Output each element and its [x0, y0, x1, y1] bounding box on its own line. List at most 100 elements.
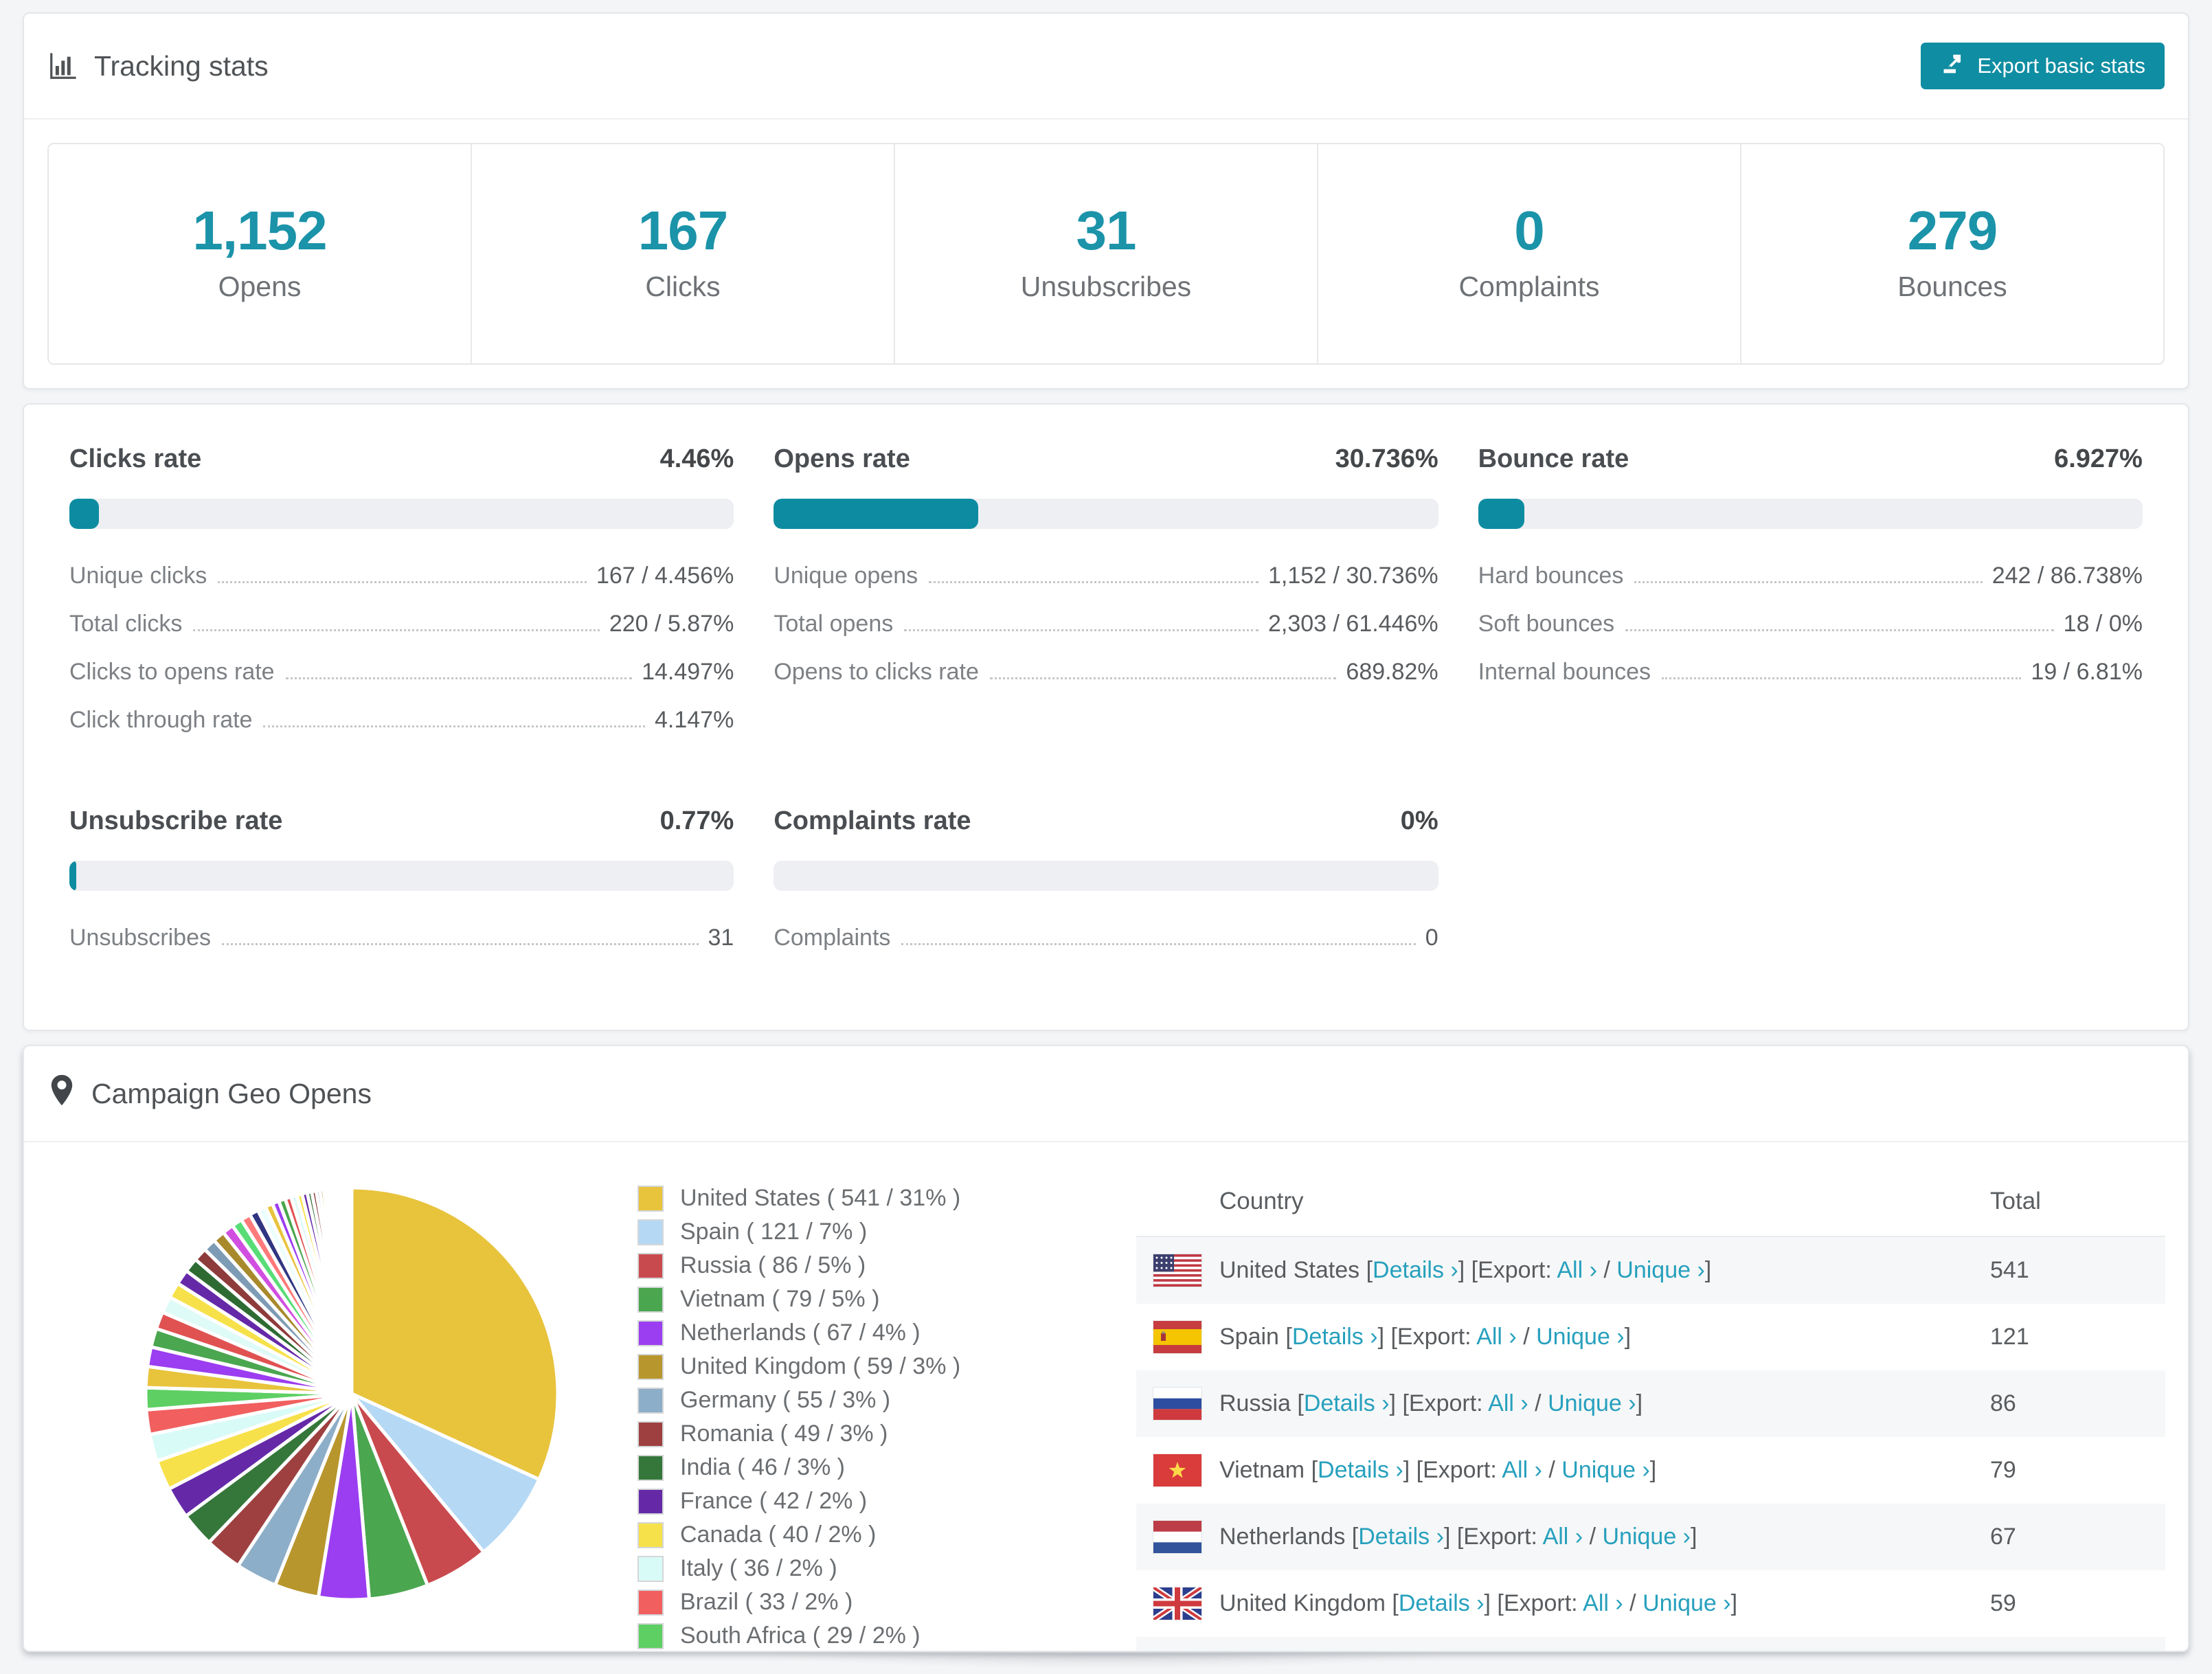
rate-block-2: Bounce rate 6.927% Hard bounces 242 / 86… — [1478, 444, 2143, 753]
bracket: ] [Export: — [1403, 1457, 1502, 1483]
rate-row: Complaints 0 — [774, 923, 1438, 951]
details-link[interactable]: Details › — [1304, 1390, 1390, 1416]
rate-block-3: Unsubscribe rate 0.77% Unsubscribes 31 — [69, 806, 734, 971]
stat-value: 0 — [1514, 200, 1545, 261]
rate-row-label: Click through rate — [69, 707, 253, 733]
rate-row-label: Total opens — [774, 611, 894, 637]
rate-block-0: Clicks rate 4.46% Unique clicks 167 / 4.… — [69, 444, 734, 753]
flag-us-icon — [1153, 1254, 1201, 1287]
export-unique-link[interactable]: Unique › — [1536, 1324, 1625, 1350]
stat-label: Opens — [218, 271, 302, 302]
flag-nl-icon — [1153, 1521, 1201, 1553]
flag-gb-icon — [1153, 1587, 1201, 1620]
legend-label: Netherlands ( 67 / 4% ) — [680, 1320, 921, 1346]
country-name: Spain — [1219, 1324, 1279, 1350]
legend-label: Spain ( 121 / 7% ) — [680, 1219, 868, 1245]
bracket: ] [Export: — [1458, 1257, 1557, 1283]
total-column-header: Total — [1990, 1188, 2041, 1214]
legend-swatch — [637, 1219, 664, 1245]
legend-label: United States ( 541 / 31% ) — [680, 1185, 961, 1211]
map-pin-icon — [49, 1074, 75, 1113]
rate-row: Hard bounces 242 / 86.738% — [1478, 561, 2143, 589]
geo-header: Campaign Geo Opens — [24, 1046, 2188, 1142]
country-cell: United Kingdom [Details ›] [Export: All … — [1219, 1590, 1990, 1617]
rate-rows: Unique opens 1,152 / 30.736% Total opens… — [774, 561, 1438, 686]
legend-swatch — [637, 1488, 664, 1515]
export-all-link[interactable]: All › — [1543, 1524, 1583, 1550]
details-link[interactable]: Details › — [1358, 1524, 1444, 1550]
geo-table-row: Russia [Details ›] [Export: All › / Uniq… — [1136, 1370, 2165, 1437]
rate-rows: Unique clicks 167 / 4.456% Total clicks … — [69, 561, 734, 734]
progress-bar-fill — [774, 499, 978, 529]
geo-legend: United States ( 541 / 31% ) Spain ( 121 … — [637, 1185, 1022, 1651]
bracket: ] — [1704, 1257, 1712, 1283]
rate-row-value: 19 / 6.81% — [2031, 659, 2143, 685]
details-link[interactable]: Details › — [1373, 1257, 1458, 1283]
tracking-stats-title: Tracking stats — [47, 50, 269, 82]
export-all-link[interactable]: All › — [1502, 1457, 1542, 1483]
dotted-leader — [1662, 677, 2022, 679]
stat-label: Clicks — [645, 271, 721, 302]
details-link[interactable]: Details › — [1292, 1324, 1378, 1350]
geo-table-row: Netherlands [Details ›] [Export: All › /… — [1136, 1504, 2165, 1570]
rate-row: Unsubscribes 31 — [69, 923, 734, 951]
rate-row-value: 242 / 86.738% — [1991, 563, 2143, 589]
total-cell: 86 — [1990, 1390, 2016, 1416]
export-all-link[interactable]: All › — [1476, 1324, 1517, 1350]
legend-swatch — [637, 1421, 664, 1447]
progress-bar-fill — [69, 499, 100, 529]
stats-summary: 1,152 Opens 167 Clicks 31 Unsubscribes 0 Compla… — [47, 143, 2165, 365]
rate-row-value: 31 — [708, 925, 734, 951]
rate-row-label: Complaints — [774, 925, 891, 951]
export-basic-stats-button[interactable]: Export basic stats — [1921, 43, 2165, 89]
bracket: ] — [1624, 1324, 1632, 1350]
rate-block-4: Complaints rate 0% Complaints 0 — [774, 806, 1438, 971]
export-unique-link[interactable]: Unique › — [1616, 1257, 1705, 1283]
export-basic-stats-label: Export basic stats — [1977, 54, 2145, 78]
export-all-link[interactable]: All › — [1583, 1590, 1623, 1616]
legend-label: Russia ( 86 / 5% ) — [680, 1252, 866, 1278]
country-column-header: Country — [1219, 1188, 1304, 1214]
legend-label: United Kingdom ( 59 / 3% ) — [680, 1353, 961, 1379]
details-link[interactable]: Details › — [1399, 1590, 1485, 1616]
stat-cell-complaints: 0 Complaints — [1317, 144, 1740, 363]
legend-swatch — [637, 1589, 664, 1616]
export-all-link[interactable]: All › — [1557, 1257, 1597, 1283]
card-drop-shadow — [719, 1653, 1493, 1674]
bracket: ] — [1730, 1590, 1738, 1616]
geo-table-row: Vietnam [Details ›] [Export: All › / Uni… — [1136, 1437, 2165, 1504]
bracket: ] [Export: — [1389, 1390, 1489, 1416]
total-cell: 541 — [1990, 1257, 2029, 1283]
bracket: ] [Export: — [1377, 1324, 1477, 1350]
dashboard-page: Tracking stats Export basic stats 1,152 O… — [0, 0, 2212, 1674]
pie-slice[interactable] — [349, 1186, 354, 1396]
export-all-link[interactable]: All › — [1488, 1390, 1528, 1416]
total-cell: 121 — [1990, 1324, 2029, 1350]
rates-grid: Clicks rate 4.46% Unique clicks 167 / 4.… — [69, 444, 2143, 971]
details-link[interactable]: Details › — [1318, 1457, 1403, 1483]
rate-head: Opens rate 30.736% — [774, 444, 1438, 474]
flag-ru-icon — [1153, 1388, 1201, 1420]
rate-title: Bounce rate — [1478, 444, 1629, 473]
stat-value: 1,152 — [192, 200, 327, 261]
bracket: ] [Export: — [1443, 1524, 1543, 1550]
bracket: [ — [1285, 1324, 1292, 1350]
rate-row-value: 4.147% — [655, 707, 734, 733]
stat-value: 279 — [1907, 200, 1998, 261]
export-unique-link[interactable]: Unique › — [1602, 1524, 1691, 1550]
country-cell: Spain [Details ›] [Export: All › / Uniqu… — [1219, 1324, 1990, 1350]
rate-row-label: Unique clicks — [69, 563, 207, 589]
export-unique-link[interactable]: Unique › — [1643, 1590, 1731, 1616]
legend-item: India ( 46 / 3% ) — [637, 1454, 1022, 1481]
export-unique-link[interactable]: Unique › — [1548, 1390, 1636, 1416]
dotted-leader — [929, 581, 1259, 583]
bracket: ] — [1691, 1524, 1697, 1550]
legend-item: Netherlands ( 67 / 4% ) — [637, 1320, 1022, 1346]
legend-item: United States ( 541 / 31% ) — [637, 1185, 1022, 1212]
geo-pie-chart[interactable] — [132, 1174, 572, 1651]
export-unique-link[interactable]: Unique › — [1561, 1457, 1650, 1483]
rate-row: Clicks to opens rate 14.497% — [69, 657, 734, 686]
legend-item: Brazil ( 33 / 2% ) — [637, 1589, 1022, 1616]
export-icon — [1940, 50, 1966, 82]
legend-label: India ( 46 / 3% ) — [680, 1454, 846, 1480]
